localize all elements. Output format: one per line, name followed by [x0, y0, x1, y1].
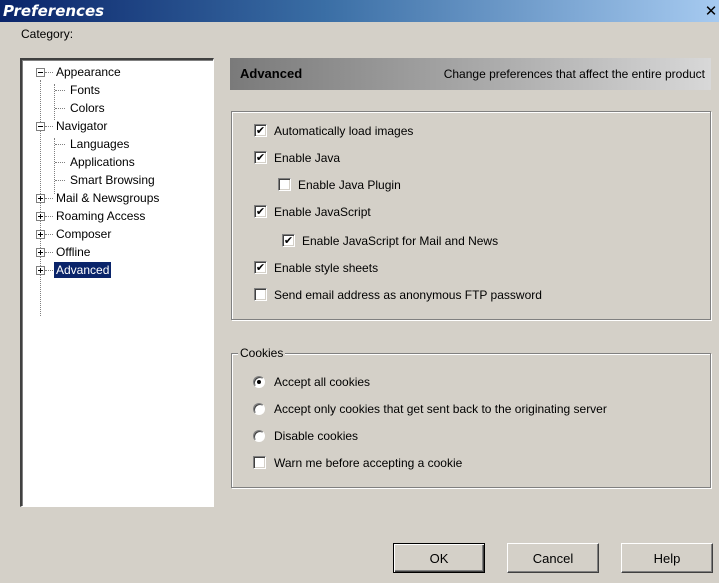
collapse-icon[interactable]: [36, 68, 45, 77]
tree-line: [45, 126, 53, 127]
radio-label: Accept all cookies: [274, 375, 371, 389]
javascript-mail-checkbox[interactable]: ✔: [282, 234, 295, 247]
tree-item-label: Fonts: [70, 83, 101, 97]
expand-icon[interactable]: [36, 248, 45, 257]
tree-line: [55, 162, 65, 163]
tree-item-label: Applications: [70, 155, 135, 169]
tree-item-label: Offline: [56, 245, 91, 259]
tree-item-label: Mail & Newsgroups: [56, 191, 160, 205]
category-tree[interactable]: Appearance Fonts Colors Navigator Langua…: [20, 58, 214, 507]
tree-line: [45, 72, 53, 73]
category-label: Category:: [21, 27, 74, 41]
disable-cookies-radio[interactable]: [253, 430, 265, 442]
tree-item-label: Navigator: [56, 119, 108, 133]
enable-java-checkbox[interactable]: ✔: [254, 151, 267, 164]
expand-icon[interactable]: [36, 212, 45, 221]
tree-line: [45, 252, 53, 253]
cookies-group: Cookies Accept all cookies Accept only c…: [231, 346, 711, 488]
radio-label: Accept only cookies that get sent back t…: [274, 402, 607, 416]
option-label: Automatically load images: [274, 124, 414, 138]
tree-line: [55, 108, 65, 109]
tree-line: [45, 270, 53, 271]
tree-line: [55, 144, 65, 145]
tree-item-label: Advanced: [54, 262, 112, 278]
accept-originating-radio[interactable]: [253, 403, 265, 415]
close-icon[interactable]: ✕: [703, 3, 719, 19]
cookies-legend: Cookies: [238, 346, 286, 360]
accept-all-radio[interactable]: [253, 376, 265, 388]
tree-line: [55, 180, 65, 181]
option-label: Enable Java Plugin: [298, 178, 401, 192]
title-bar: Preferences ✕: [0, 0, 719, 22]
help-button[interactable]: Help: [621, 543, 713, 573]
panel-title: Advanced: [240, 66, 303, 81]
expand-icon[interactable]: [36, 194, 45, 203]
option-label: Enable JavaScript: [274, 205, 371, 219]
advanced-options-group: ✔ Automatically load images ✔ Enable Jav…: [231, 111, 711, 320]
enable-javascript-checkbox[interactable]: ✔: [254, 205, 267, 218]
panel-description: Change preferences that affect the entir…: [443, 67, 705, 81]
warn-cookie-checkbox[interactable]: [253, 456, 266, 469]
ftp-password-checkbox[interactable]: [254, 288, 267, 301]
tree-item-label: Languages: [70, 137, 130, 151]
style-sheets-checkbox[interactable]: ✔: [254, 261, 267, 274]
expand-icon[interactable]: [36, 266, 45, 275]
option-label: Enable Java: [274, 151, 341, 165]
option-label: Warn me before accepting a cookie: [274, 456, 463, 470]
tree-item-label: Colors: [70, 101, 105, 115]
tree-item-label: Appearance: [56, 65, 121, 79]
tree-item-label: Smart Browsing: [70, 173, 155, 187]
tree-item-label: Composer: [56, 227, 112, 241]
tree-line: [55, 90, 65, 91]
tree-line: [54, 138, 55, 194]
radio-label: Disable cookies: [274, 429, 359, 443]
option-label: Enable JavaScript for Mail and News: [302, 234, 499, 248]
cancel-button[interactable]: Cancel: [507, 543, 599, 573]
option-label: Enable style sheets: [274, 261, 379, 275]
ok-button[interactable]: OK: [393, 543, 485, 573]
option-label: Send email address as anonymous FTP pass…: [274, 288, 542, 302]
collapse-icon[interactable]: [36, 122, 45, 131]
expand-icon[interactable]: [36, 230, 45, 239]
panel-header: Advanced Change preferences that affect …: [230, 58, 711, 90]
java-plugin-checkbox[interactable]: [278, 178, 291, 191]
tree-item-label: Roaming Access: [56, 209, 146, 223]
tree-line: [45, 234, 53, 235]
window-title: Preferences: [3, 2, 105, 20]
tree-line: [45, 198, 53, 199]
tree-line: [45, 216, 53, 217]
load-images-checkbox[interactable]: ✔: [254, 124, 267, 137]
